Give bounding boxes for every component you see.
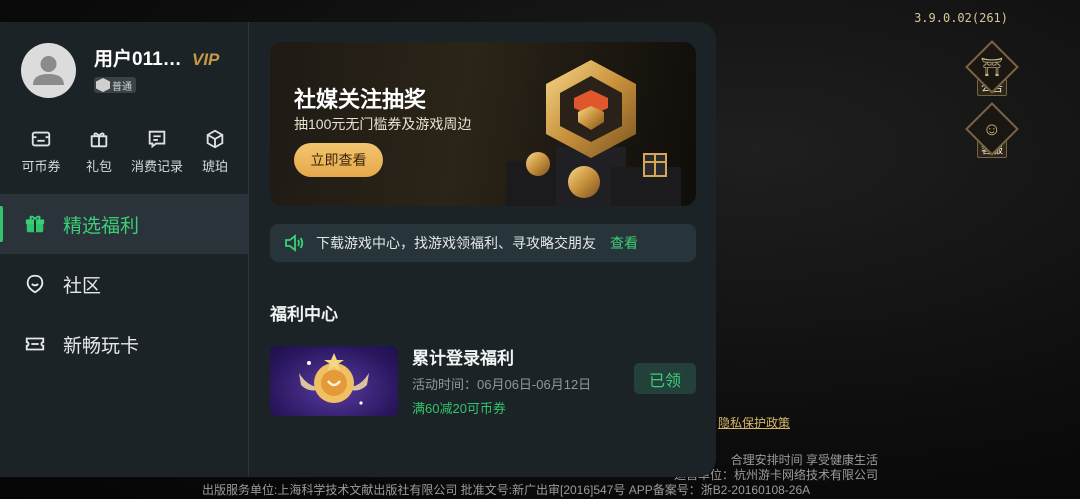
claimed-button[interactable]: 已领 — [634, 363, 696, 394]
notice-gate-icon: ⛩ — [980, 56, 1004, 77]
vip-badge[interactable]: VIP — [192, 50, 219, 70]
gift-icon — [90, 132, 108, 148]
quick-item-record[interactable]: 消费记录 — [128, 128, 186, 175]
reward-coupon: 满60减20可币券 — [412, 401, 506, 416]
banner-subtitle: 抽100元无门槛券及游戏周边 — [294, 116, 472, 132]
nav-item-featured-welfare[interactable]: 精选福利 — [0, 194, 248, 254]
quick-label-coupon: 可币券 — [21, 159, 61, 174]
game-center-notice[interactable]: 下载游戏中心，找游戏领福利、寻攻略交朋友 查看 — [270, 224, 696, 262]
medal-icon — [299, 352, 369, 405]
sidebar: 用户011… VIP 普通 可币券 礼包 消费记录 琥珀 精选福利 社区 新畅玩… — [0, 22, 248, 477]
social-lottery-banner[interactable]: 社媒关注抽奖 抽100元无门槛券及游戏周边 立即查看 — [270, 42, 696, 206]
version-label: 3.9.0.02(261) — [914, 11, 1008, 25]
notice-text: 下载游戏中心，找游戏领福利、寻攻略交朋友 — [316, 235, 596, 251]
record-icon — [148, 130, 166, 149]
user-profile[interactable]: 用户011… VIP 普通 — [0, 22, 248, 98]
announcement-button[interactable]: ⛩ 公告 — [965, 40, 1019, 100]
customer-service-button[interactable]: ☺ 客服 — [965, 102, 1019, 162]
amber-icon — [206, 129, 224, 149]
user-name: 用户011… — [94, 49, 182, 70]
quick-item-amber[interactable]: 琥珀 — [186, 128, 244, 175]
level-label: 普通 — [112, 81, 132, 93]
community-icon — [26, 274, 44, 294]
trophy-logo-icon — [506, 60, 681, 206]
cumulative-login-reward[interactable]: 累计登录福利 活动时间：06月06日-06月12日 满60减20可币券 已领 — [270, 344, 696, 417]
quick-label-amber: 琥珀 — [201, 159, 228, 174]
level-hex-icon — [96, 78, 110, 92]
nav-label-featured-welfare: 精选福利 — [63, 215, 140, 237]
reward-medal-image — [270, 345, 398, 416]
coupon-icon — [31, 131, 51, 147]
reward-time: 活动时间：06月06日-06月12日 — [412, 377, 592, 392]
footer-publisher-line: 出版服务单位:上海科学技术文献出版社有限公司 批准文号:新广出审[2016]54… — [202, 483, 811, 497]
quick-item-coupon[interactable]: 可币券 — [12, 128, 70, 175]
nav-label-play-card: 新畅玩卡 — [63, 335, 140, 357]
gift-box-icon — [25, 215, 45, 233]
quick-item-gift[interactable]: 礼包 — [70, 128, 128, 175]
sidebar-nav: 精选福利 社区 新畅玩卡 — [0, 194, 248, 374]
customer-service-icon: ☺ — [982, 118, 1002, 139]
quick-label-record: 消费记录 — [130, 159, 183, 174]
play-card-icon — [25, 337, 45, 351]
level-badge: 普通 — [94, 77, 136, 93]
speaker-icon — [285, 234, 304, 252]
welfare-center-title: 福利中心 — [270, 305, 338, 324]
quick-label-gift: 礼包 — [85, 159, 112, 174]
privacy-policy-link[interactable]: 隐私保护政策 — [718, 414, 790, 431]
avatar[interactable] — [21, 43, 76, 98]
notice-view-link[interactable]: 查看 — [610, 233, 638, 253]
user-center-panel: 用户011… VIP 普通 可币券 礼包 消费记录 琥珀 精选福利 社区 新畅玩… — [0, 22, 716, 477]
welfare-content: 社媒关注抽奖 抽100元无门槛券及游戏周边 立即查看 下载游戏中心，找游戏领福利… — [249, 22, 716, 477]
nav-item-play-card[interactable]: 新畅玩卡 — [0, 314, 248, 374]
nav-item-community[interactable]: 社区 — [0, 254, 248, 314]
view-now-button[interactable]: 立即查看 — [294, 143, 383, 177]
default-avatar-icon — [33, 56, 64, 85]
reward-title: 累计登录福利 — [412, 349, 514, 368]
quick-actions: 可币券 礼包 消费记录 琥珀 — [0, 98, 248, 175]
banner-title: 社媒关注抽奖 — [294, 87, 427, 112]
nav-label-community: 社区 — [63, 275, 102, 297]
